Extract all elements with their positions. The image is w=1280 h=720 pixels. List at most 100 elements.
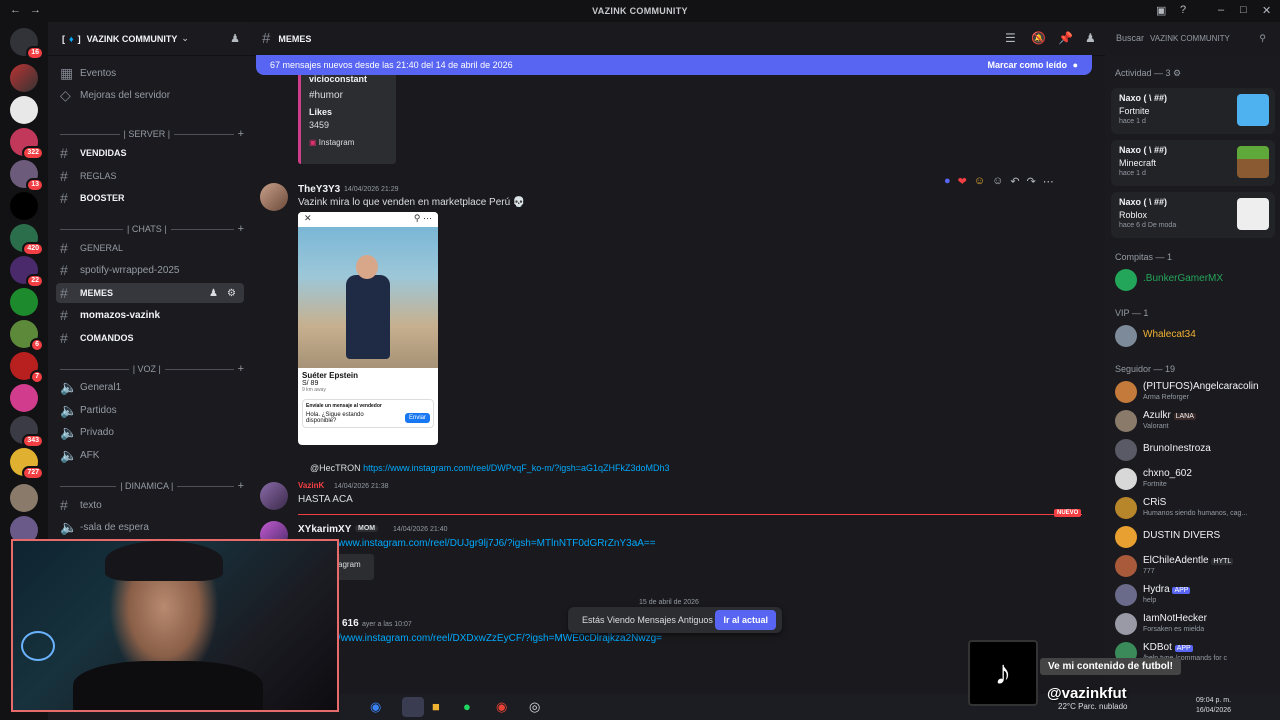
discord-taskbar-icon[interactable] — [402, 697, 424, 717]
add-channel-icon[interactable]: + — [238, 363, 244, 375]
new-messages-bar[interactable]: 67 mensajes nuevos desde las 21:40 del 1… — [256, 55, 1092, 75]
member-item[interactable]: CRiS Humanos siendo humanos, cag... — [1113, 495, 1278, 521]
add-reaction-icon[interactable]: ☺ — [992, 175, 1003, 187]
message-author[interactable]: 616 — [342, 618, 359, 629]
channel-reglas[interactable]: # REGLAS — [56, 166, 244, 186]
maximize-icon[interactable]: □ — [1240, 4, 1247, 16]
chrome-icon[interactable]: ◉ — [496, 699, 507, 715]
more-icon[interactable]: ⋯ — [1043, 175, 1054, 188]
voice-general1[interactable]: 🔈 General1 — [56, 377, 244, 397]
channel-memes[interactable]: # MEMES ♟ ⚙ — [56, 283, 244, 303]
add-member-icon[interactable]: ♟ — [230, 32, 240, 45]
server-icon[interactable] — [10, 384, 38, 412]
channel-general[interactable]: # GENERAL — [56, 238, 244, 258]
server-icon[interactable]: 6 — [10, 320, 44, 352]
member-item[interactable]: DUSTIN DIVERS — [1113, 524, 1278, 550]
reply-icon[interactable]: ↶ — [1010, 175, 1019, 188]
channel-momazos[interactable]: # momazos-vazink — [56, 305, 244, 325]
weather-text[interactable]: 22°C Parc. nublado — [1058, 702, 1127, 711]
gear-icon[interactable]: ⚙ — [227, 288, 236, 299]
category-dinamica[interactable]: | DINAMICA | + — [56, 478, 244, 494]
category-chats[interactable]: | CHATS | + — [56, 221, 244, 237]
search-input[interactable]: Buscar VAZINK COMMUNITY ⚲ — [1112, 29, 1272, 47]
back-icon[interactable]: ← — [10, 4, 21, 16]
invite-icon[interactable]: ♟ — [209, 288, 218, 299]
voice-partidos[interactable]: 🔈 Partidos — [56, 400, 244, 420]
jump-to-present-button[interactable]: Ir al actual — [715, 610, 776, 630]
members-icon[interactable]: ♟ — [1085, 31, 1096, 45]
voice-sala-espera[interactable]: 🔈 -sala de espera — [56, 517, 244, 537]
add-channel-icon[interactable]: + — [238, 480, 244, 492]
marketplace-image[interactable]: ✕ ⚲ ⋯ Suéter Epstein S/ 89 9 km away Env… — [298, 212, 438, 445]
folder-icon[interactable]: ■ — [432, 699, 440, 714]
help-icon[interactable]: ? — [1180, 4, 1186, 16]
member-item[interactable]: Hydra APP help — [1113, 582, 1278, 608]
server-icon[interactable]: 343 — [10, 416, 44, 448]
server-icon[interactable]: 7 — [10, 352, 44, 384]
pin-icon[interactable]: 📌 — [1058, 31, 1073, 45]
message-link[interactable]: www.instagram.com/reel/DUJgr9lj7J6/?igsh… — [338, 538, 656, 549]
channel-texto[interactable]: # texto — [56, 495, 244, 515]
reaction-icon[interactable]: ● — [944, 175, 951, 187]
member-item[interactable]: Whalecat34 — [1113, 323, 1278, 349]
tiktok-server-icon[interactable] — [10, 192, 38, 220]
close-icon[interactable]: ✕ — [1262, 4, 1271, 17]
channel-booster[interactable]: # BOOSTER — [56, 188, 244, 208]
activity-card[interactable]: Naxo ( \ ##) Roblox hace 6 d De moda — [1111, 192, 1275, 238]
server-icon[interactable] — [10, 288, 38, 316]
forward-icon[interactable]: → — [30, 4, 41, 16]
server-icon[interactable]: 322 — [10, 128, 44, 160]
add-channel-icon[interactable]: + — [238, 128, 244, 140]
activity-card[interactable]: Naxo ( \ ##) Fortnite hace 1 d — [1111, 88, 1275, 134]
member-item[interactable]: (PITUFOS)Angelcaracolin Arma Reforger — [1113, 379, 1278, 405]
channel-vendidas[interactable]: # VENDIDAS — [56, 143, 244, 163]
category-server[interactable]: | SERVER | + — [56, 126, 244, 142]
reply-link[interactable]: https://www.instagram.com/reel/DWPvqF_ko… — [363, 463, 669, 473]
obs-icon[interactable]: ◎ — [529, 699, 540, 715]
voice-privado[interactable]: 🔈 Privado — [56, 422, 244, 442]
avatar[interactable] — [260, 183, 288, 211]
sidebar-item-boosts[interactable]: ◇ Mejoras del servidor — [56, 85, 244, 105]
guild-header[interactable]: [ ♦ ] VAZINK COMMUNITY ⌄ ♟ — [48, 22, 250, 56]
member-item[interactable]: IamNotHecker Forsaken es mielda — [1113, 611, 1278, 637]
add-channel-icon[interactable]: + — [238, 223, 244, 235]
server-icon[interactable]: 727 — [10, 448, 44, 480]
emoji-icon[interactable]: ☺ — [974, 175, 985, 187]
member-item[interactable]: BrunoInestroza — [1113, 437, 1278, 463]
sidebar-item-eventos[interactable]: ▦ Eventos — [56, 63, 244, 83]
member-item[interactable]: chxno_602 Fortnite — [1113, 466, 1278, 492]
avatar[interactable] — [260, 482, 288, 510]
server-icon[interactable] — [10, 64, 38, 92]
minimize-icon[interactable]: – — [1218, 4, 1224, 16]
server-icon[interactable] — [10, 484, 38, 512]
channel-comandos[interactable]: # COMANDOS — [56, 328, 244, 348]
member-item[interactable]: ElChileAdentle HYTL 777 — [1113, 553, 1278, 579]
message-author[interactable]: TheY3Y3 — [298, 184, 340, 195]
activity-card[interactable]: Naxo ( \ ##) Minecraft hace 1 d — [1111, 140, 1275, 186]
message-author[interactable]: VazinK — [298, 481, 324, 490]
discord-home-icon[interactable]: 16 — [10, 28, 44, 60]
link-embed[interactable]: agram — [334, 554, 374, 580]
heart-icon[interactable]: ❤ — [958, 175, 967, 188]
server-icon[interactable] — [10, 96, 38, 124]
category-voz[interactable]: | VOZ | + — [56, 361, 244, 377]
member-item[interactable]: Azulkr LANA Valorant — [1113, 408, 1278, 434]
server-icon[interactable]: 22 — [10, 256, 44, 288]
threads-icon[interactable]: ☰ — [1005, 31, 1016, 45]
mark-read-button[interactable]: Marcar como leído ● — [988, 60, 1078, 70]
instagram-embed[interactable]: vicioconstant #humor Likes 3459 ▣ Instag… — [298, 70, 396, 164]
server-icon[interactable]: 13 — [10, 160, 44, 192]
member-item[interactable]: .BunkerGamerMX — [1113, 267, 1278, 293]
inbox-icon[interactable]: ▣ — [1156, 4, 1166, 17]
notification-icon[interactable]: 🔕 — [1031, 31, 1046, 45]
message-link[interactable]: /www.instagram.com/reel/DXDxwZzEyCF/?igs… — [338, 633, 662, 644]
clock[interactable]: 09:04 p. m. 16/04/2026 — [1196, 696, 1231, 716]
message-author[interactable]: XYkarimXY — [298, 524, 351, 535]
channel-spotify[interactable]: # spotify-wrrapped-2025 — [56, 260, 244, 280]
forward-icon[interactable]: ↷ — [1027, 175, 1036, 188]
reply-preview[interactable]: @HecTRON https://www.instagram.com/reel/… — [310, 463, 670, 473]
spotify-icon[interactable]: ● — [463, 699, 471, 714]
server-icon[interactable]: 420 — [10, 224, 44, 256]
edge-icon[interactable]: ◉ — [370, 699, 381, 715]
voice-afk[interactable]: 🔈 AFK — [56, 445, 244, 465]
